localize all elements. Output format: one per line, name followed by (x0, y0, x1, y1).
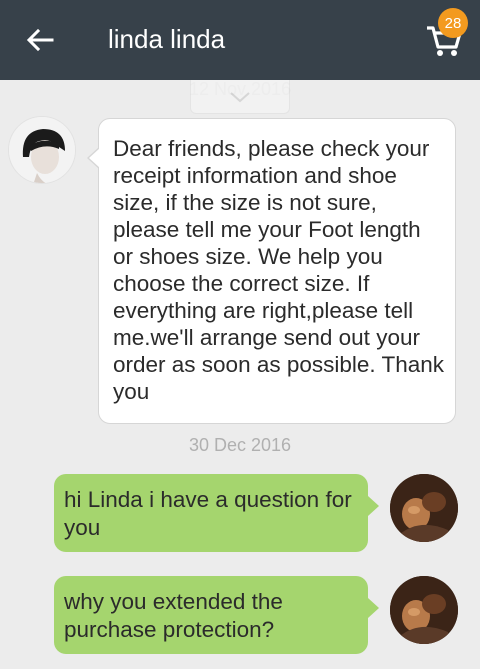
page-title: linda linda (108, 24, 226, 54)
date-separator: 30 Dec 2016 (188, 435, 292, 455)
incoming-message-bubble: Dear friends, please check your receipt … (87, 118, 456, 424)
top-app-bar: linda linda 28 (0, 0, 480, 80)
avatar-image (390, 474, 458, 542)
user-avatar[interactable] (390, 576, 458, 644)
chevron-down-icon (230, 91, 250, 102)
cart-count-badge: 28 (438, 8, 468, 38)
outgoing-message-bubble: why you extended the purchase protection… (54, 576, 379, 654)
user-avatar[interactable] (390, 474, 458, 542)
outgoing-message-bubble: hi Linda i have a question for you (54, 474, 379, 552)
seller-avatar[interactable] (8, 116, 76, 184)
arrow-left-icon (26, 28, 54, 52)
back-button[interactable] (20, 20, 60, 60)
load-more-tab[interactable] (190, 80, 290, 114)
avatar-image (390, 576, 458, 644)
avatar-image (9, 117, 75, 183)
